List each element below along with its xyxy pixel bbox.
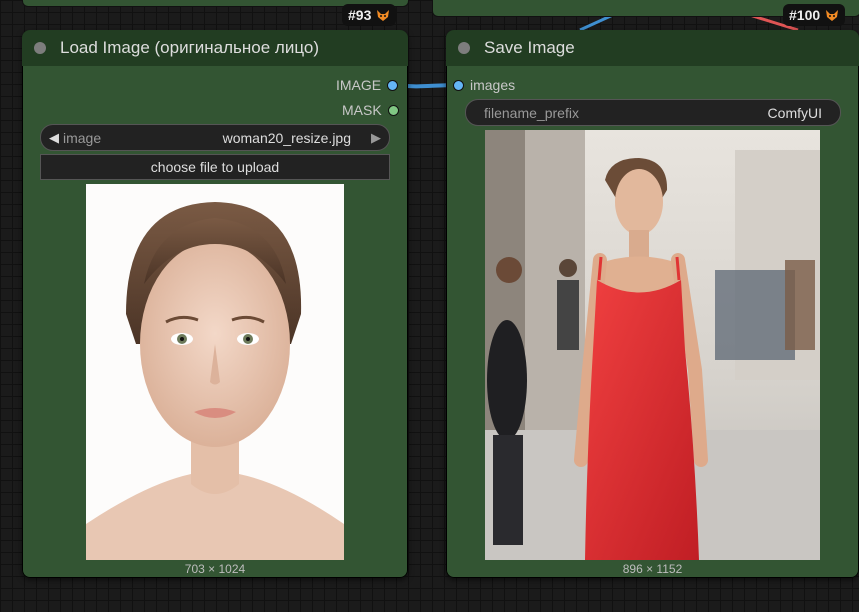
node-id-badge-93: #93 (342, 4, 397, 26)
image-combo-widget[interactable]: ◀ image woman20_resize.jpg ▶ (40, 124, 390, 151)
save-image-preview (485, 130, 820, 560)
arrow-left-icon[interactable]: ◀ (49, 130, 59, 146)
image-size-caption: 703 × 1024 (184, 562, 246, 576)
input-dot-icon[interactable] (453, 79, 464, 91)
slot-label: MASK (342, 102, 382, 118)
load-image-preview (86, 184, 344, 560)
node-header[interactable]: Save Image (446, 30, 859, 66)
node-header[interactable]: Load Image (оригинальное лицо) (22, 30, 408, 66)
collapse-dot-icon[interactable] (458, 42, 470, 54)
fox-icon (826, 10, 839, 21)
output-dot-icon[interactable] (387, 79, 399, 91)
widget-label: image (63, 129, 102, 146)
widget-label: filename_prefix (484, 104, 579, 121)
widget-value: ComfyUI (767, 104, 822, 121)
slot-label: IMAGE (336, 77, 382, 93)
fox-icon (377, 10, 390, 21)
node-id-text: #93 (348, 7, 372, 23)
arrow-right-icon[interactable]: ▶ (371, 130, 381, 146)
collapse-dot-icon[interactable] (34, 42, 46, 54)
node-id-badge-100: #100 (783, 4, 846, 26)
image-size-caption: 896 × 1152 (622, 562, 683, 576)
input-slot-images[interactable]: images (453, 77, 515, 93)
node-id-text: #100 (789, 7, 821, 23)
choose-file-button[interactable]: choose file to upload (40, 154, 390, 180)
widget-value: woman20_resize.jpg (222, 129, 351, 146)
node-title: Save Image (484, 38, 575, 57)
output-slot-mask[interactable]: MASK (342, 102, 399, 118)
filename-prefix-widget[interactable]: filename_prefix ComfyUI (465, 99, 841, 126)
output-slot-image[interactable]: IMAGE (336, 77, 399, 93)
node-title: Load Image (оригинальное лицо) (60, 38, 319, 57)
output-dot-icon[interactable] (387, 104, 399, 116)
slot-label: images (470, 77, 516, 93)
